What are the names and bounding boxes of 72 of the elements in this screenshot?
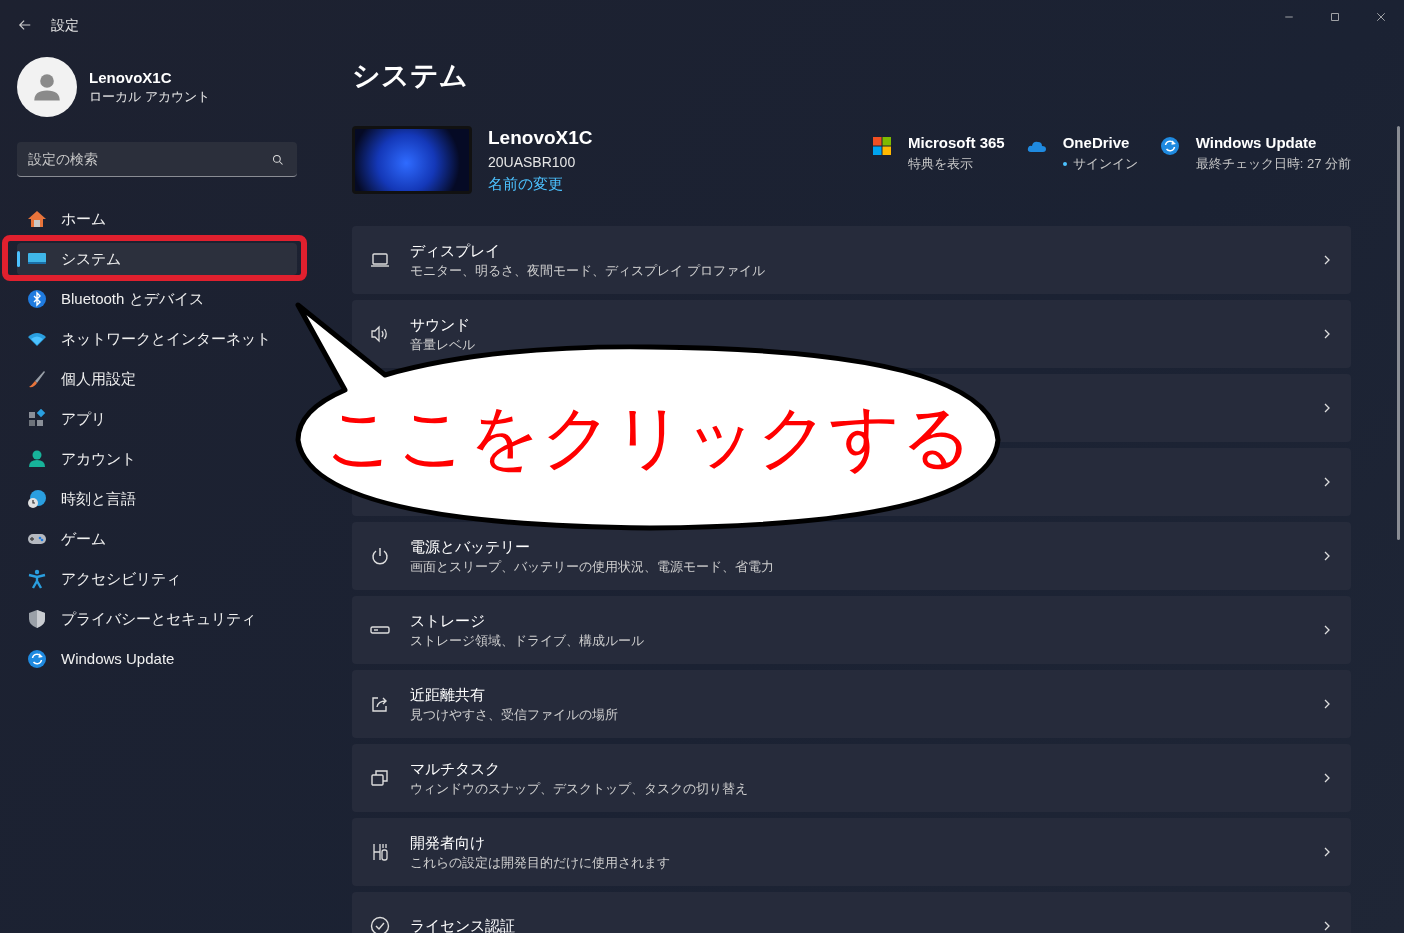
rename-link[interactable]: 名前の変更 <box>488 173 593 195</box>
windows-icon <box>370 768 390 788</box>
settings-row[interactable]: マルチタスク ウィンドウのスナップ、デスクトップ、タスクの切り替え <box>352 744 1351 812</box>
speaker-icon <box>370 324 390 344</box>
sync-icon <box>27 649 47 669</box>
person-icon <box>27 449 47 469</box>
sidebar-item[interactable]: システム <box>17 243 297 275</box>
settings-row[interactable]: 開発者向け これらの設定は開発目的だけに使用されます <box>352 818 1351 886</box>
power-icon <box>370 546 390 566</box>
row-title: マルチタスク <box>410 759 501 779</box>
settings-row[interactable]: ディスプレイ モニター、明るさ、夜間モード、ディスプレイ プロファイル <box>352 226 1351 294</box>
scrollbar[interactable] <box>1397 126 1400 540</box>
sidebar-item[interactable]: アカウント <box>17 443 297 475</box>
row-description: ウィンドウのスナップ、デスクトップ、タスクの切り替え <box>410 780 748 798</box>
sidebar-item[interactable]: プライバシーとセキュリティ <box>17 603 297 635</box>
back-arrow-icon <box>18 18 32 32</box>
sidebar-item[interactable]: ゲーム <box>17 523 297 555</box>
row-title: ライセンス認証 <box>410 916 515 933</box>
four-squares-icon <box>872 136 892 156</box>
globe-clock-icon <box>27 489 47 509</box>
apps-icon <box>27 409 47 429</box>
brush-icon <box>27 369 47 389</box>
bluetooth-icon <box>27 289 47 309</box>
settings-row[interactable]: 電源とバッテリー 画面とスリープ、バッテリーの使用状況、電源モード、省電力 <box>352 522 1351 590</box>
shield-icon <box>27 609 47 629</box>
settings-row[interactable]: ストレージ ストレージ領域、ドライブ、構成ルール <box>352 596 1351 664</box>
device-name: LenovoX1C <box>488 126 593 150</box>
row-description: 画面とスリープ、バッテリーの使用状況、電源モード、省電力 <box>410 558 774 576</box>
row-title: 近距離共有 <box>410 685 486 705</box>
service-title[interactable]: Microsoft 365 <box>908 132 1005 154</box>
row-title: 電源とバッテリー <box>410 537 531 557</box>
service-subtitle: 最終チェック日時: 27 分前 <box>1195 155 1351 173</box>
sidebar-item[interactable]: アプリ <box>17 403 297 435</box>
row-title: ディスプレイ <box>410 241 501 261</box>
sidebar-item[interactable]: 時刻と言語 <box>17 483 297 515</box>
row-title: サウンド <box>410 315 471 335</box>
service-subtitle: サインイン <box>1072 155 1138 173</box>
house-icon <box>27 209 47 229</box>
settings-row[interactable]: ライセンス認証 <box>352 892 1351 933</box>
sidebar-item[interactable]: ホーム <box>17 203 297 235</box>
accessibility-icon <box>27 569 47 589</box>
row-description: モニター、明るさ、夜間モード、ディスプレイ プロファイル <box>410 262 765 280</box>
sidebar-item[interactable]: アクセシビリティ <box>17 563 297 595</box>
maximize-icon <box>1329 11 1341 23</box>
row-description: 音量レベル <box>410 336 475 354</box>
window-title: 設定 <box>51 15 79 35</box>
sidebar-item[interactable]: ネットワークとインターネット <box>17 323 297 355</box>
settings-row[interactable]: 近距離共有 見つけやすさ、受信ファイルの場所 <box>352 670 1351 738</box>
account-name: LenovoX1C <box>89 68 173 88</box>
sidebar-item[interactable]: 個人用設定 <box>17 363 297 395</box>
row-description: 見つけやすさ、受信ファイルの場所 <box>410 706 618 724</box>
service-title[interactable]: OneDrive <box>1062 132 1138 154</box>
share-icon <box>370 694 390 714</box>
callout-text: ここをクリックする <box>325 397 973 478</box>
search-icon <box>272 154 284 166</box>
service-title[interactable]: Windows Update <box>1195 132 1351 154</box>
selection-indicator <box>17 251 20 267</box>
row-title: 開発者向け <box>410 833 486 853</box>
device-model: 20UASBR100 <box>488 153 577 172</box>
row-title: ストレージ <box>410 611 486 631</box>
account-type: ローカル アカウント <box>89 88 210 106</box>
row-description: ストレージ領域、ドライブ、構成ルール <box>410 632 644 650</box>
close-icon <box>1375 11 1387 23</box>
laptop-icon <box>370 250 390 270</box>
sidebar-item[interactable]: Windows Update <box>17 643 297 675</box>
sync-icon <box>1159 136 1180 156</box>
service-subtitle: 特典を表示 <box>908 155 973 173</box>
avatar <box>17 57 77 117</box>
sidebar-item[interactable]: Bluetooth とデバイス <box>17 283 297 315</box>
row-description: これらの設定は開発目的だけに使用されます <box>410 854 670 872</box>
search-field[interactable]: 設定の検索 <box>17 142 297 177</box>
page-title: システム <box>352 59 469 93</box>
